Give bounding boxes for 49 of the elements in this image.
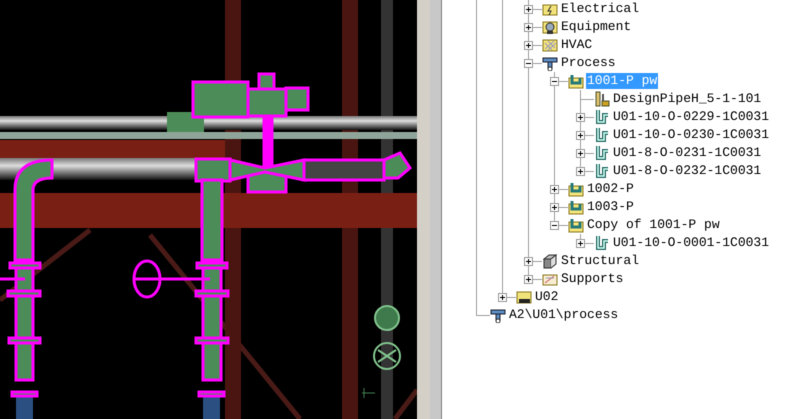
tree-item[interactable]: U01-10-O-0230-1C0031 <box>612 127 770 143</box>
expand-icon[interactable] <box>576 113 585 122</box>
pipe-icon <box>594 109 610 125</box>
pipe-folder-icon <box>568 181 584 197</box>
tree-item[interactable]: 1003-P <box>586 199 635 215</box>
pipe-tee-icon <box>490 307 506 323</box>
tree-item[interactable]: 1002-P <box>586 181 635 197</box>
tree-item[interactable]: Structural <box>560 253 640 269</box>
expand-icon[interactable] <box>550 185 559 194</box>
expand-icon[interactable] <box>524 275 533 284</box>
pump-icon <box>542 19 558 35</box>
tree-item[interactable]: DesignPipeH_5-1-101 <box>612 91 762 107</box>
tree-item[interactable]: Electrical <box>560 1 640 17</box>
ruler-icon <box>594 91 610 107</box>
collapse-icon[interactable] <box>550 77 559 86</box>
pipe-folder-icon <box>568 73 584 89</box>
pipe-icon <box>594 163 610 179</box>
tree-item[interactable]: Supports <box>560 271 624 287</box>
pipe-icon <box>594 145 610 161</box>
tree-item[interactable]: U01-10-O-0229-1C0031 <box>612 109 770 125</box>
tree-item[interactable]: U01-10-O-0001-1C0031 <box>612 235 770 251</box>
tree-item[interactable]: U01-8-O-0232-1C0031 <box>612 163 762 179</box>
tree-item[interactable]: Process <box>560 55 617 71</box>
pipe-folder-icon <box>568 199 584 215</box>
expand-icon[interactable] <box>550 203 559 212</box>
tree-item[interactable]: HVAC <box>560 37 594 53</box>
expand-icon[interactable] <box>524 23 533 32</box>
expand-icon[interactable] <box>576 149 585 158</box>
pipe-tee-icon <box>542 55 558 71</box>
expand-icon[interactable] <box>498 293 507 302</box>
expand-icon[interactable] <box>524 257 533 266</box>
expand-icon[interactable] <box>576 239 585 248</box>
tree-item[interactable]: U02 <box>534 289 560 305</box>
grid-icon <box>542 37 558 53</box>
tree-item[interactable]: Equipment <box>560 19 632 35</box>
tree-item[interactable]: U01-8-O-0231-1C0031 <box>612 145 762 161</box>
tree-item[interactable]: A2\U01\process <box>508 307 620 323</box>
collapse-icon[interactable] <box>550 221 559 230</box>
collapse-icon[interactable] <box>524 59 533 68</box>
pipe-icon <box>594 235 610 251</box>
pipe-icon <box>594 127 610 143</box>
expand-icon[interactable] <box>576 131 585 140</box>
expand-icon[interactable] <box>576 167 585 176</box>
tree-item[interactable]: Copy of 1001-P pw <box>586 217 721 233</box>
beam-icon <box>542 253 558 269</box>
pipe-folder-icon <box>568 217 584 233</box>
expand-icon[interactable] <box>524 41 533 50</box>
folder-icon <box>516 289 532 305</box>
expand-icon[interactable] <box>524 5 533 14</box>
